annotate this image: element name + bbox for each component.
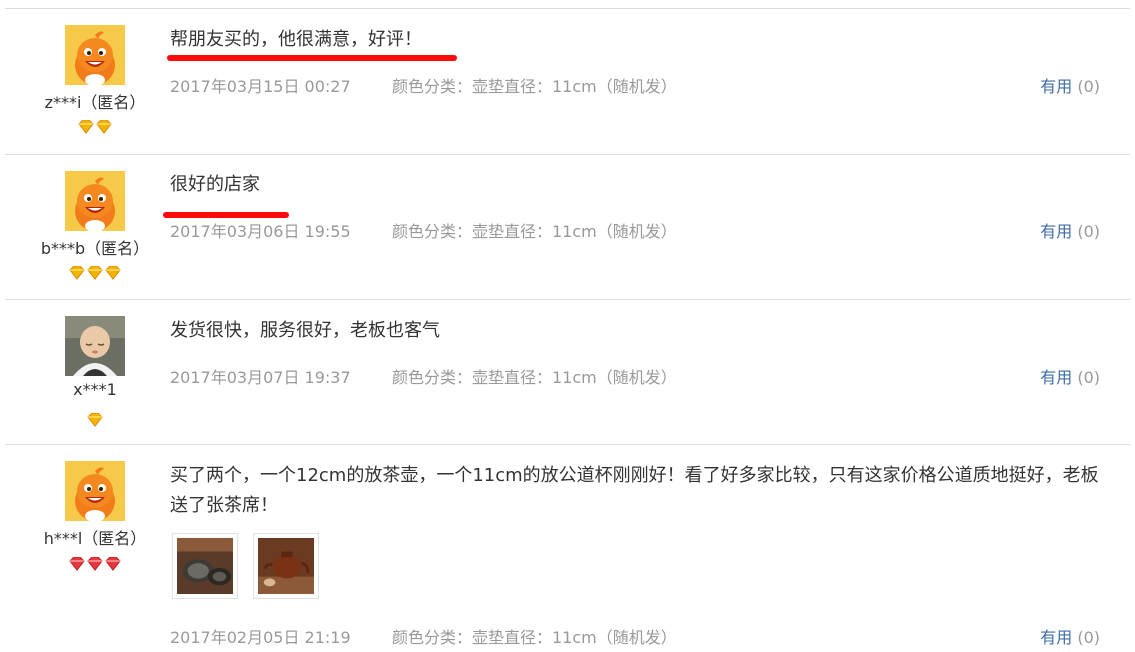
username-text: x***1 [73,380,117,399]
product-spec: 颜色分类：壶垫直径：11cm（随机发） [392,628,677,647]
review-item: h***l（匿名） 买了两个，一个12cm的放茶壶，一个11cm的放公道杯刚刚好… [5,444,1130,652]
gold-diamond-icon [87,413,103,427]
tea-mat-photo-icon [177,538,233,594]
avatar[interactable] [65,461,125,521]
useful-label: 有用 [1040,368,1073,387]
useful-count: (0) [1077,222,1100,241]
review-meta: 2017年03月07日 19:37 颜色分类：壶垫直径：11cm（随机发） [170,364,677,388]
review-meta: 2017年03月15日 00:27 颜色分类：壶垫直径：11cm（随机发） [170,73,677,97]
review-text: 帮朋友买的，他很满意，好评！ [170,29,422,50]
product-spec: 颜色分类：壶垫直径：11cm（随机发） [392,222,677,241]
gold-diamond-icon [105,266,121,280]
username[interactable]: h***l（匿名） [5,525,185,549]
review-date: 2017年03月06日 19:55 [170,222,351,241]
review-text: 很好的店家 [170,174,260,195]
username[interactable]: z***i（匿名） [5,89,185,113]
gold-diamond-icon [78,120,94,134]
avatar[interactable] [65,171,125,231]
avatar[interactable] [65,316,125,376]
teapot-photo-icon [258,538,314,594]
useful-count: (0) [1077,77,1100,96]
useful-count: (0) [1077,628,1100,647]
orange-mascot-avatar-icon [65,171,125,231]
red-diamond-icon [87,557,103,571]
orange-mascot-avatar-icon [65,25,125,85]
useful-label: 有用 [1040,222,1073,241]
useful-count: (0) [1077,368,1100,387]
review-item: x***1 发货很快，服务很好，老板也客气 2017年03月07日 19:37 颜… [5,299,1130,445]
useful-button[interactable]: 有用 (0) [1040,218,1100,242]
useful-button[interactable]: 有用 (0) [1040,624,1100,648]
user-level-badges [5,266,185,280]
useful-label: 有用 [1040,628,1073,647]
anonymous-tag: （匿名） [85,239,150,258]
useful-label: 有用 [1040,77,1073,96]
useful-button[interactable]: 有用 (0) [1040,364,1100,388]
review-date: 2017年03月15日 00:27 [170,77,351,96]
review-item: b***b（匿名） 很好的店家 2017年03月06日 19:55 颜色分类：壶垫… [5,154,1130,300]
user-level-badges [5,120,185,134]
gold-diamond-icon [96,120,112,134]
review-date: 2017年03月07日 19:37 [170,368,351,387]
user-level-badges [5,557,185,571]
review-text: 发货很快，服务很好，老板也客气 [170,320,440,341]
username[interactable]: x***1 [5,380,185,399]
username[interactable]: b***b（匿名） [5,235,185,259]
orange-mascot-avatar-icon [65,461,125,521]
avatar[interactable] [65,25,125,85]
product-spec: 颜色分类：壶垫直径：11cm（随机发） [392,77,677,96]
product-spec: 颜色分类：壶垫直径：11cm（随机发） [392,368,677,387]
review-text: 买了两个，一个12cm的放茶壶，一个11cm的放公道杯刚刚好！看了好多家比较，只… [170,465,1099,516]
red-diamond-icon [69,557,85,571]
red-diamond-icon [105,557,121,571]
anonymous-tag: （匿名） [81,93,146,112]
review-photo-thumbnail[interactable] [172,533,238,599]
user-level-badges [5,413,185,427]
useful-button[interactable]: 有用 (0) [1040,73,1100,97]
username-text: z***i [44,93,82,112]
review-photo-thumbnail[interactable] [253,533,319,599]
review-date: 2017年02月05日 21:19 [170,628,351,647]
username-text: h***l [43,529,83,548]
review-meta: 2017年03月06日 19:55 颜色分类：壶垫直径：11cm（随机发） [170,218,677,242]
gold-diamond-icon [69,266,85,280]
red-annotation-underline [167,55,457,61]
anonymous-tag: （匿名） [82,529,147,548]
username-text: b***b [40,239,86,258]
gold-diamond-icon [87,266,103,280]
review-meta: 2017年02月05日 21:19 颜色分类：壶垫直径：11cm（随机发） [170,624,677,648]
review-item: z***i（匿名） 帮朋友买的，他很满意，好评！ 2017年03月15日 00:… [5,8,1130,155]
baby-photo-avatar-icon [65,316,125,376]
